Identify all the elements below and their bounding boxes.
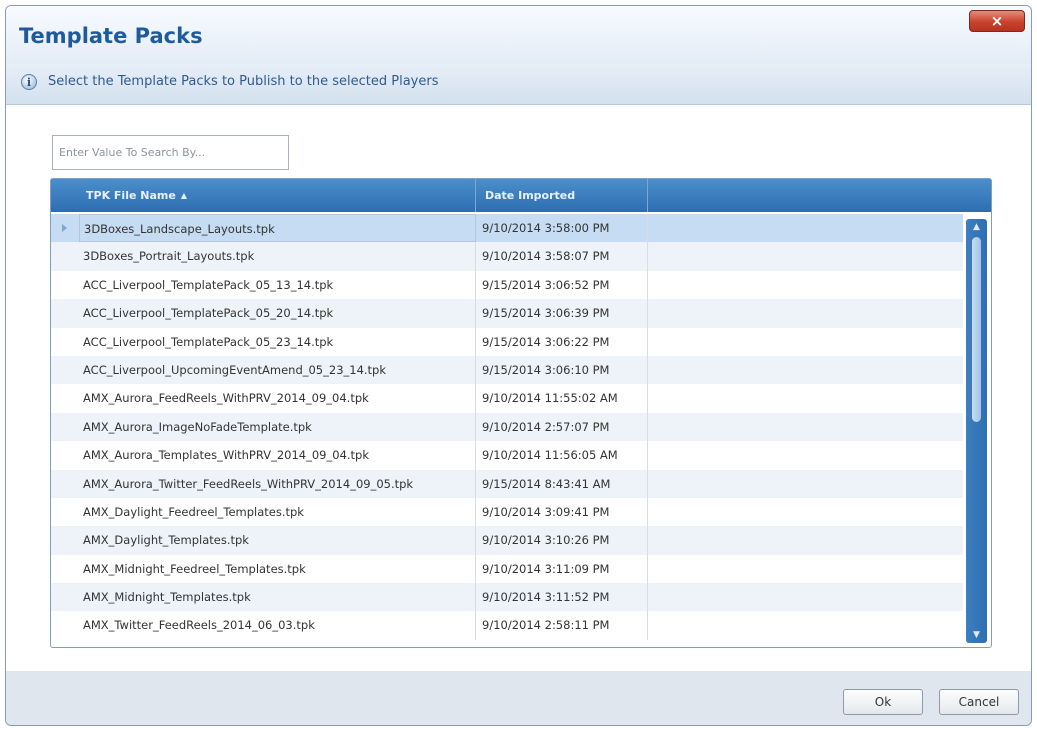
cell-tpk-file-name[interactable]: AMX_Aurora_Twitter_FeedReels_WithPRV_201… [79,469,476,498]
vertical-scrollbar[interactable]: ▲ ▼ [966,219,987,643]
cell-date-imported[interactable]: 9/10/2014 3:09:41 PM [476,497,648,527]
cell-date-imported[interactable]: 9/15/2014 3:06:39 PM [476,299,648,328]
content-area: TPK File Name ▲ Date Imported 3DBoxes_Lan… [6,105,1031,671]
cell-tpk-file-name[interactable]: AMX_Midnight_Templates.tpk [79,583,476,612]
table-row[interactable]: ACC_Liverpool_TemplatePack_05_13_14.tpk 9… [51,270,963,300]
cell-date-imported[interactable]: 9/15/2014 3:06:10 PM [476,355,648,385]
cell-date-imported[interactable]: 9/10/2014 3:11:52 PM [476,583,648,612]
row-indicator-cell [51,356,79,384]
cell-tpk-file-name[interactable]: AMX_Daylight_Templates.tpk [79,526,476,555]
cell-tpk-file-name[interactable]: AMX_Daylight_Feedreel_Templates.tpk [79,497,476,527]
search-input[interactable] [52,135,289,170]
dialog-footer: Ok Cancel [6,671,1031,725]
cell-tpk-file-name[interactable]: 3DBoxes_Portrait_Layouts.tpk [79,242,476,271]
current-row-arrow-icon [62,224,67,232]
row-indicator-cell [51,328,79,356]
table-row[interactable]: ACC_Liverpool_UpcomingEventAmend_05_23_1… [51,355,963,385]
row-indicator-cell [51,470,79,498]
column-header-filler [648,179,991,212]
table-row[interactable]: AMX_Midnight_Templates.tpk 9/10/2014 3:11… [51,583,963,612]
column-header-label: TPK File Name [86,189,176,202]
ok-button[interactable]: Ok [843,689,923,715]
cell-date-imported[interactable]: 9/10/2014 3:10:26 PM [476,526,648,555]
scroll-thumb[interactable] [972,237,981,422]
row-indicator-cell [51,413,79,441]
table-row[interactable]: AMX_Aurora_Templates_WithPRV_2014_09_04.… [51,441,963,470]
row-indicator-cell [51,555,79,583]
table-row[interactable]: 3DBoxes_Portrait_Layouts.tpk 9/10/2014 3:… [51,242,963,271]
cell-date-imported[interactable]: 9/10/2014 3:58:00 PM [476,214,648,243]
cell-tpk-file-name[interactable]: AMX_Twitter_FeedReels_2014_06_03.tpk [79,611,476,640]
grid-rows: 3DBoxes_Landscape_Layouts.tpk 9/10/2014 3… [51,214,963,644]
cell-tpk-file-name[interactable]: ACC_Liverpool_UpcomingEventAmend_05_23_1… [79,355,476,385]
column-header-tpk-file-name[interactable]: TPK File Name ▲ [51,179,476,212]
cell-date-imported[interactable]: 9/10/2014 3:11:09 PM [476,554,648,584]
scroll-down-icon[interactable]: ▼ [969,629,984,641]
row-indicator-cell [51,299,79,327]
table-row[interactable]: AMX_Twitter_FeedReels_2014_06_03.tpk 9/10… [51,611,963,640]
table-row[interactable]: AMX_Daylight_Templates.tpk 9/10/2014 3:10… [51,526,963,555]
row-indicator-cell [51,214,79,242]
cell-date-imported[interactable]: 9/10/2014 2:57:07 PM [476,412,648,442]
cell-tpk-file-name[interactable]: AMX_Aurora_ImageNoFadeTemplate.tpk [79,412,476,442]
table-row[interactable]: AMX_Aurora_ImageNoFadeTemplate.tpk 9/10/2… [51,412,963,442]
dialog-title: Template Packs [19,24,203,48]
column-header-label: Date Imported [485,189,576,202]
row-indicator-cell [51,526,79,554]
sort-ascending-icon: ▲ [180,191,187,200]
cell-date-imported[interactable]: 9/10/2014 3:58:07 PM [476,242,648,271]
close-icon: × [990,12,1004,30]
cell-tpk-file-name[interactable]: AMX_Aurora_Templates_WithPRV_2014_09_04.… [79,441,476,470]
table-row[interactable]: AMX_Aurora_Twitter_FeedReels_WithPRV_201… [51,469,963,498]
cell-date-imported[interactable]: 9/15/2014 8:43:41 AM [476,469,648,498]
close-button[interactable]: × [969,10,1025,32]
cell-date-imported[interactable]: 9/10/2014 2:58:11 PM [476,611,648,640]
row-indicator-cell [51,611,79,639]
row-indicator-cell [51,242,79,270]
template-packs-dialog: Template Packs × i Select the Template P… [5,5,1032,726]
cell-tpk-file-name[interactable]: ACC_Liverpool_TemplatePack_05_23_14.tpk [79,327,476,356]
table-row[interactable]: AMX_Daylight_Feedreel_Templates.tpk 9/10/… [51,497,963,527]
table-row[interactable]: ACC_Liverpool_TemplatePack_05_23_14.tpk 9… [51,327,963,356]
table-row[interactable]: AMX_Midnight_Feedreel_Templates.tpk 9/10/… [51,554,963,584]
cell-tpk-file-name[interactable]: ACC_Liverpool_TemplatePack_05_13_14.tpk [79,270,476,300]
info-bar: i Select the Template Packs to Publish t… [6,64,1031,105]
cell-date-imported[interactable]: 9/15/2014 3:06:22 PM [476,327,648,356]
row-indicator-cell [51,441,79,469]
cell-date-imported[interactable]: 9/15/2014 3:06:52 PM [476,270,648,300]
row-indicator-cell [51,384,79,412]
scroll-up-icon[interactable]: ▲ [969,221,984,233]
cancel-button[interactable]: Cancel [939,689,1019,715]
cell-date-imported[interactable]: 9/10/2014 11:56:05 AM [476,441,648,470]
row-indicator-cell [51,498,79,526]
info-text: Select the Template Packs to Publish to … [48,74,439,89]
cell-tpk-file-name[interactable]: 3DBoxes_Landscape_Layouts.tpk [79,214,476,243]
table-row[interactable]: AMX_Aurora_FeedReels_WithPRV_2014_09_04.… [51,384,963,413]
table-row[interactable]: 3DBoxes_Landscape_Layouts.tpk 9/10/2014 3… [51,214,963,243]
cell-tpk-file-name[interactable]: AMX_Aurora_FeedReels_WithPRV_2014_09_04.… [79,384,476,413]
column-header-date-imported[interactable]: Date Imported [476,179,648,212]
title-bar: Template Packs × [6,6,1031,64]
template-packs-grid: TPK File Name ▲ Date Imported 3DBoxes_Lan… [50,178,992,648]
table-row[interactable]: ACC_Liverpool_TemplatePack_05_20_14.tpk 9… [51,299,963,328]
row-indicator-cell [51,271,79,299]
cell-date-imported[interactable]: 9/10/2014 11:55:02 AM [476,384,648,413]
row-indicator-cell [51,583,79,611]
cell-tpk-file-name[interactable]: AMX_Midnight_Feedreel_Templates.tpk [79,554,476,584]
cell-tpk-file-name[interactable]: ACC_Liverpool_TemplatePack_05_20_14.tpk [79,299,476,328]
info-icon: i [21,74,37,90]
grid-header: TPK File Name ▲ Date Imported [51,179,991,212]
